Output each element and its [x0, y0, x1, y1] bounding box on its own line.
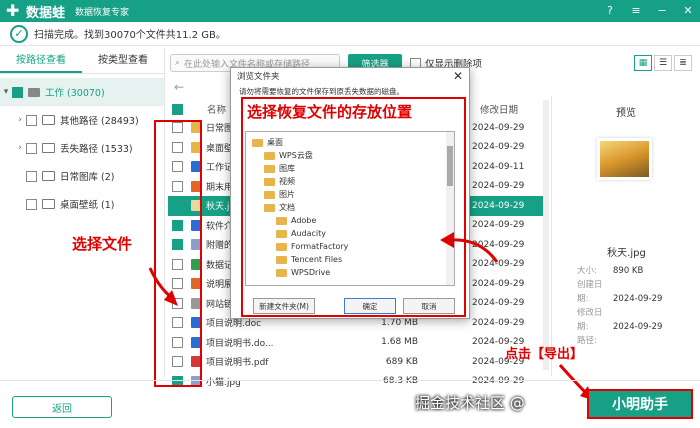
back-button[interactable]: 返回 [12, 396, 112, 418]
export-button[interactable]: 小明助手 [587, 389, 693, 419]
watermark: 掘金技术社区 @ [415, 394, 525, 412]
bottom-bar: 返回 小明助手 [0, 380, 700, 428]
annotation-arrows [148, 232, 592, 400]
